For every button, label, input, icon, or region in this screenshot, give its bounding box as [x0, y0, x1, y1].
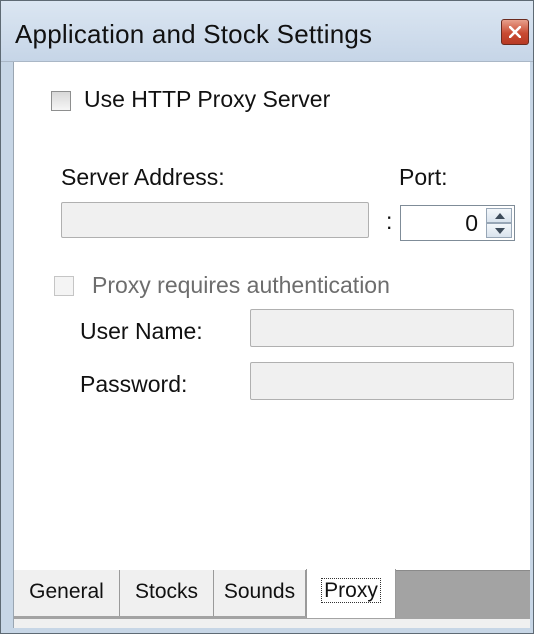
port-increment-button[interactable]: [486, 208, 512, 223]
dialog-client-area: Use HTTP Proxy Server Server Address: Po…: [13, 62, 530, 628]
auth-label[interactable]: Proxy requires authentication: [92, 272, 390, 299]
tab-sounds-label: Sounds: [223, 580, 296, 603]
tab-general[interactable]: General: [14, 570, 120, 616]
auth-checkbox[interactable]: [54, 276, 74, 296]
title-bar[interactable]: Application and Stock Settings: [1, 1, 533, 62]
arrow-up-icon: [495, 213, 505, 219]
port-separator: :: [386, 208, 393, 234]
tab-sounds[interactable]: Sounds: [214, 570, 306, 616]
close-button[interactable]: [501, 19, 529, 45]
username-label: User Name:: [80, 318, 203, 344]
tab-stocks[interactable]: Stocks: [120, 570, 214, 616]
proxy-panel: Use HTTP Proxy Server Server Address: Po…: [14, 62, 530, 570]
port-decrement-button[interactable]: [486, 223, 512, 238]
tab-strip: General Stocks Sounds Proxy: [14, 569, 530, 628]
username-input[interactable]: [250, 309, 514, 347]
use-proxy-label[interactable]: Use HTTP Proxy Server: [84, 86, 330, 113]
server-address-input[interactable]: [61, 202, 369, 238]
tab-general-label: General: [29, 580, 104, 603]
settings-window: Application and Stock Settings Use HTTP …: [0, 0, 534, 634]
use-proxy-checkbox[interactable]: [51, 91, 71, 111]
window-title: Application and Stock Settings: [15, 19, 373, 49]
tab-proxy[interactable]: Proxy: [306, 569, 396, 618]
tab-proxy-label: Proxy: [321, 578, 381, 603]
close-icon: [509, 26, 521, 38]
tab-stocks-label: Stocks: [134, 580, 199, 603]
server-address-label: Server Address:: [61, 164, 225, 190]
port-label: Port:: [399, 164, 448, 190]
arrow-down-icon: [495, 228, 505, 234]
password-label: Password:: [80, 371, 188, 397]
port-stepper[interactable]: 0: [400, 205, 515, 241]
password-input[interactable]: [250, 362, 514, 400]
port-value: 0: [465, 210, 478, 236]
